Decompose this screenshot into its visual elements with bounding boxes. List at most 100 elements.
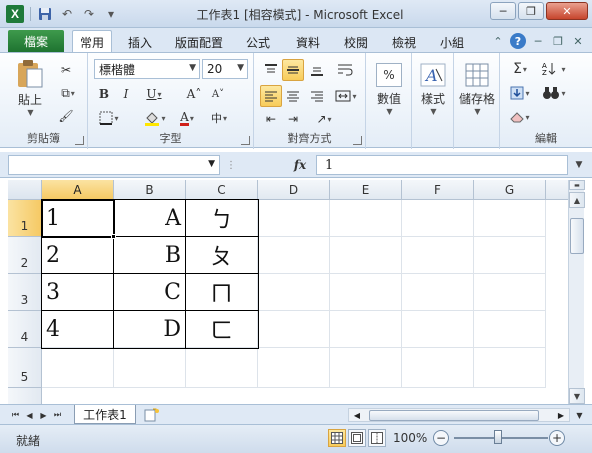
paste-dropdown-icon[interactable]: ▼ [27, 108, 33, 117]
italic-button[interactable]: I [118, 85, 134, 103]
prev-sheet-icon[interactable]: ◀ [24, 408, 35, 422]
font-launcher-icon[interactable] [241, 136, 250, 145]
underline-button[interactable]: U ▾ [140, 85, 168, 103]
cell-e3[interactable] [330, 274, 402, 311]
column-header-e[interactable]: E [330, 180, 402, 200]
cell-c1[interactable]: ㄅ [186, 200, 258, 237]
column-header-f[interactable]: F [402, 180, 474, 200]
cell-b5[interactable] [114, 348, 186, 388]
cell-b2[interactable]: B [114, 237, 186, 274]
cell-b4[interactable]: D [114, 311, 186, 348]
cell-a5[interactable] [42, 348, 114, 388]
fill-color-button[interactable]: ▾ [142, 109, 168, 127]
cell-g3[interactable] [474, 274, 546, 311]
cell-a3[interactable]: 3 [42, 274, 114, 311]
cell-e2[interactable] [330, 237, 402, 274]
zoom-in-button[interactable]: + [549, 430, 565, 446]
cell-a1[interactable]: 1 [42, 200, 114, 237]
cell-g1[interactable] [474, 200, 546, 237]
horizontal-scroll-thumb[interactable] [369, 410, 539, 421]
tab-file[interactable]: 檔案 [8, 30, 64, 52]
clipboard-launcher-icon[interactable] [75, 136, 84, 145]
column-header-b[interactable]: B [114, 180, 186, 200]
clear-button[interactable]: ▾ [506, 107, 534, 127]
cell-f2[interactable] [402, 237, 474, 274]
cell-a2[interactable]: 2 [42, 237, 114, 274]
font-color-button[interactable]: A ▾ [174, 109, 200, 127]
merge-center-icon[interactable]: ▾ [332, 85, 360, 107]
excel-logo-icon[interactable]: X [6, 5, 24, 23]
doc-close-icon[interactable]: ✕ [570, 33, 586, 49]
align-right-icon[interactable] [306, 85, 328, 107]
align-left-icon[interactable] [260, 85, 282, 107]
cell-e5[interactable] [330, 348, 402, 388]
close-button[interactable]: ✕ [546, 2, 588, 20]
cell-b3[interactable]: C [114, 274, 186, 311]
doc-minimize-icon[interactable]: ─ [530, 33, 546, 49]
row-header-3[interactable]: 3 [8, 274, 42, 311]
autosum-button[interactable]: Σ ▾ [506, 59, 534, 79]
zoom-slider-thumb[interactable] [494, 430, 502, 444]
cells-button[interactable]: 儲存格 ▼ [456, 59, 498, 119]
font-size-select[interactable]: 20 ▼ [202, 59, 248, 79]
column-header-d[interactable]: D [258, 180, 330, 200]
restore-button[interactable]: ❐ [518, 2, 544, 20]
cell-f3[interactable] [402, 274, 474, 311]
undo-icon[interactable]: ↶ [59, 6, 75, 22]
scroll-left-icon[interactable]: ◀ [351, 410, 363, 421]
sort-filter-button[interactable]: A Z ▾ [538, 59, 570, 79]
grow-font-button[interactable]: A˄ [184, 85, 204, 103]
redo-icon[interactable]: ↷ [81, 6, 97, 22]
cell-g4[interactable] [474, 311, 546, 348]
select-all-corner[interactable] [8, 180, 42, 200]
column-header-g[interactable]: G [474, 180, 546, 200]
scroll-right-icon[interactable]: ▶ [555, 410, 567, 421]
tab-team[interactable]: 小組 [434, 32, 470, 52]
formula-input[interactable]: 1 [316, 155, 568, 175]
expand-formula-bar-icon[interactable]: ▼ [572, 157, 586, 173]
cell-g5[interactable] [474, 348, 546, 388]
tab-review[interactable]: 校閱 [338, 32, 374, 52]
name-box[interactable]: ▼ [8, 155, 220, 175]
styles-button[interactable]: A 樣式 ▼ [414, 59, 452, 119]
cell-d5[interactable] [258, 348, 330, 388]
cell-d3[interactable] [258, 274, 330, 311]
chevron-down-icon[interactable]: ▼ [208, 159, 215, 169]
tab-formulas[interactable]: 公式 [240, 32, 276, 52]
row-header-5[interactable]: 5 [8, 348, 42, 388]
scroll-down-corner-icon[interactable]: ▼ [574, 408, 585, 422]
split-handle-icon[interactable]: ▬ [569, 180, 585, 190]
cell-a4[interactable]: 4 [42, 311, 114, 348]
page-layout-view-button[interactable] [348, 429, 366, 447]
save-icon[interactable] [37, 6, 53, 22]
font-name-select[interactable]: 標楷體 ▼ [94, 59, 200, 79]
column-header-c[interactable]: C [186, 180, 258, 200]
vertical-scroll-thumb[interactable] [570, 218, 584, 254]
bold-button[interactable]: B [96, 85, 112, 103]
vertical-scrollbar[interactable]: ▬ ▲ ▼ [568, 180, 585, 404]
cell-c3[interactable]: ㄇ [186, 274, 258, 311]
tab-page-layout[interactable]: 版面配置 [170, 32, 228, 52]
help-icon[interactable]: ? [510, 33, 526, 49]
paste-button[interactable]: 貼上 ▼ [10, 57, 50, 119]
formula-bar-resize-handle[interactable]: ⋮ [226, 156, 238, 174]
last-sheet-icon[interactable]: ⏭ [52, 408, 63, 422]
cell-c5[interactable] [186, 348, 258, 388]
cell-f4[interactable] [402, 311, 474, 348]
borders-button[interactable]: ▾ [96, 109, 122, 127]
zoom-level[interactable]: 100% [393, 431, 427, 445]
normal-view-button[interactable] [328, 429, 346, 447]
alignment-launcher-icon[interactable] [353, 136, 362, 145]
cell-b1[interactable]: A [114, 200, 186, 237]
row-header-4[interactable]: 4 [8, 311, 42, 348]
fill-handle[interactable] [111, 234, 116, 239]
next-sheet-icon[interactable]: ▶ [38, 408, 49, 422]
align-top-icon[interactable] [260, 59, 282, 81]
tab-insert[interactable]: 插入 [122, 32, 158, 52]
cell-c4[interactable]: ㄈ [186, 311, 258, 348]
customize-qat-icon[interactable]: ▾ [103, 6, 119, 22]
zoom-out-button[interactable]: − [433, 430, 449, 446]
cell-e1[interactable] [330, 200, 402, 237]
fill-button[interactable]: ▾ [506, 83, 534, 103]
insert-sheet-icon[interactable] [142, 407, 162, 423]
